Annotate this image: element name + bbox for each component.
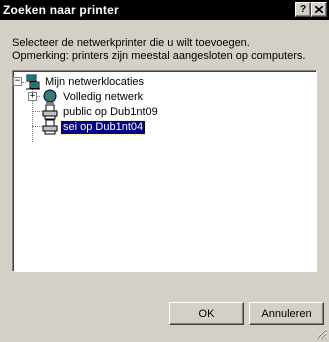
title-bar[interactable]: Zoeken naar printer ? xyxy=(0,0,329,20)
printer-icon xyxy=(42,119,58,135)
instructions: Selecteer de netwerkprinter die u wilt t… xyxy=(12,37,324,63)
cancel-button[interactable]: Annuleren xyxy=(249,302,324,325)
network-places-icon xyxy=(26,74,40,90)
network-tree[interactable]: − Mijn netwerklocaties + Volledig netwer… xyxy=(12,70,317,272)
instruction-line-2: Opmerking: printers zijn meestal aangesl… xyxy=(12,50,306,62)
window-title: Zoeken naar printer xyxy=(3,3,119,17)
tree-item-printer-public[interactable]: public op Dub1nt09 xyxy=(61,106,160,119)
tree-item-entire-network[interactable]: Volledig netwerk xyxy=(61,91,145,104)
tree-item-printer-sei[interactable]: sei op Dub1nt04 xyxy=(59,120,147,135)
ok-button[interactable]: OK xyxy=(169,302,244,325)
help-button[interactable]: ? xyxy=(295,2,311,17)
printer-icon xyxy=(42,104,58,120)
tree-item-my-network-places[interactable]: Mijn netwerklocaties xyxy=(43,76,146,89)
close-icon xyxy=(315,6,323,13)
expand-entire-network-toggle[interactable]: + xyxy=(28,92,37,101)
resize-grip-icon[interactable] xyxy=(315,328,327,340)
collapse-root-toggle[interactable]: − xyxy=(13,77,22,86)
close-button[interactable] xyxy=(311,2,327,17)
instruction-line-1: Selecteer de netwerkprinter die u wilt t… xyxy=(12,37,250,49)
globe-icon xyxy=(43,89,57,104)
